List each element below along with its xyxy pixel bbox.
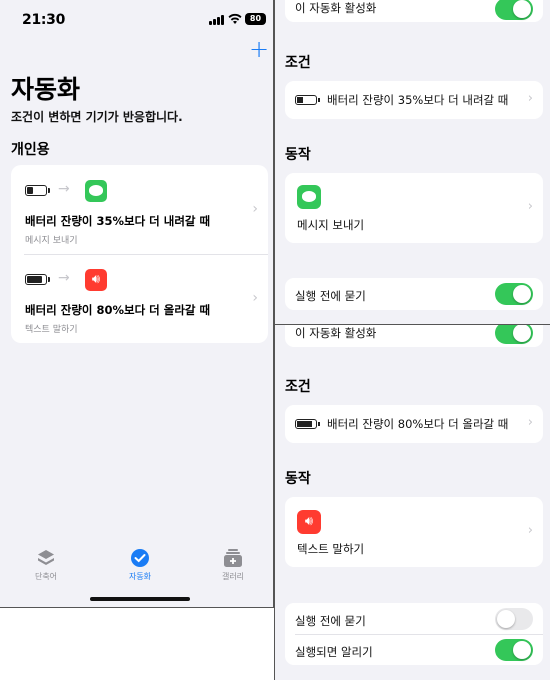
status-time: 21:30 <box>22 12 66 28</box>
enable-toggle[interactable] <box>495 325 533 344</box>
ask-toggle[interactable] <box>495 283 533 305</box>
home-indicator <box>90 597 190 601</box>
ask-label: 실행 전에 묻기 <box>295 614 366 628</box>
chevron-right-icon: › <box>252 201 258 217</box>
notify-row[interactable]: 실행되면 알리기 <box>285 634 543 665</box>
add-automation-button[interactable]: + <box>249 37 269 61</box>
action-label: 메시지 보내기 <box>297 218 365 232</box>
action-group: 메시지 보내기 › <box>285 173 543 243</box>
action-row[interactable]: 메시지 보내기 › <box>285 173 543 243</box>
tab-gallery[interactable]: 갤러리 <box>203 548 263 582</box>
battery-low-icon <box>295 95 320 105</box>
enable-toggle[interactable] <box>495 0 533 20</box>
action-header: 동작 <box>285 147 311 163</box>
chevron-right-icon: › <box>527 91 533 106</box>
condition-group: 배터리 잔량이 80%보다 더 올라갈 때 › <box>285 405 543 443</box>
condition-header: 조건 <box>285 55 311 71</box>
ask-group: 실행 전에 묻기 <box>285 278 543 310</box>
tab-automation[interactable]: 자동화 <box>110 548 170 582</box>
enable-group: 이 자동화 활성화 <box>285 325 543 347</box>
ask-row[interactable]: 실행 전에 묻기 <box>285 603 543 634</box>
condition-row[interactable]: 배터리 잔량이 35%보다 더 내려갈 때 › <box>285 81 543 119</box>
automation-title: 배터리 잔량이 80%보다 더 올라갈 때 <box>25 303 211 317</box>
battery-high-icon <box>25 274 50 285</box>
condition-header: 조건 <box>285 379 311 395</box>
automation-list: → 배터리 잔량이 35%보다 더 내려갈 때 메시지 보내기 › → 🔊︎ 배… <box>11 165 268 343</box>
action-group: 🔊︎ 텍스트 말하기 › <box>285 497 543 567</box>
cellular-signal-icon <box>209 15 225 25</box>
tab-label: 갤러리 <box>221 572 245 581</box>
condition-text: 배터리 잔량이 80%보다 더 올라갈 때 <box>327 417 509 431</box>
stack-icon <box>38 550 54 565</box>
automation-action: 텍스트 말하기 <box>25 325 78 335</box>
automation-detail-35: 이 자동화 활성화 조건 배터리 잔량이 35%보다 더 내려갈 때 › 동작 … <box>274 0 550 325</box>
ask-toggle[interactable] <box>495 608 533 630</box>
chevron-right-icon: › <box>252 290 258 306</box>
chevron-right-icon: › <box>527 199 533 214</box>
battery-high-icon <box>295 419 320 429</box>
automation-detail-80: 이 자동화 활성화 조건 배터리 잔량이 80%보다 더 올라갈 때 › 동작 … <box>274 325 550 680</box>
enable-label: 이 자동화 활성화 <box>295 1 377 15</box>
action-row[interactable]: 🔊︎ 텍스트 말하기 › <box>285 497 543 567</box>
notify-label: 실행되면 알리기 <box>295 645 373 659</box>
page-title: 자동화 <box>11 75 81 104</box>
wifi-icon <box>228 13 242 24</box>
notify-toggle[interactable] <box>495 639 533 661</box>
speak-text-icon: 🔊︎ <box>85 269 107 291</box>
automation-title: 배터리 잔량이 35%보다 더 내려갈 때 <box>25 214 211 228</box>
action-header: 동작 <box>285 471 311 487</box>
condition-row[interactable]: 배터리 잔량이 80%보다 더 올라갈 때 › <box>285 405 543 443</box>
automation-row[interactable]: → 🔊︎ 배터리 잔량이 80%보다 더 올라갈 때 텍스트 말하기 › <box>11 254 268 343</box>
action-label: 텍스트 말하기 <box>297 542 365 556</box>
messages-icon <box>85 180 107 202</box>
arrow-right-icon: → <box>58 181 70 197</box>
status-bar: 21:30 80 <box>0 0 273 40</box>
condition-text: 배터리 잔량이 35%보다 더 내려갈 때 <box>327 93 509 107</box>
ask-label: 실행 전에 묻기 <box>295 289 366 303</box>
page-subtitle: 조건이 변하면 기기가 반응합니다. <box>11 110 183 124</box>
tab-shortcuts[interactable]: 단축어 <box>16 548 76 582</box>
automation-row[interactable]: → 배터리 잔량이 35%보다 더 내려갈 때 메시지 보내기 › <box>11 165 268 254</box>
battery-low-icon <box>25 185 50 196</box>
ask-row[interactable]: 실행 전에 묻기 <box>285 278 543 310</box>
gallery-add-icon <box>224 549 242 567</box>
enable-label: 이 자동화 활성화 <box>295 326 377 340</box>
condition-group: 배터리 잔량이 35%보다 더 내려갈 때 › <box>285 81 543 119</box>
enable-row[interactable]: 이 자동화 활성화 <box>285 0 543 22</box>
tab-label: 단축어 <box>34 572 58 581</box>
enable-row[interactable]: 이 자동화 활성화 <box>285 325 543 347</box>
section-header-personal: 개인용 <box>11 142 50 158</box>
check-clock-icon <box>131 549 149 567</box>
enable-group: 이 자동화 활성화 <box>285 0 543 22</box>
options-group: 실행 전에 묻기 실행되면 알리기 <box>285 603 543 665</box>
tab-label: 자동화 <box>128 572 152 581</box>
speak-text-icon: 🔊︎ <box>297 510 321 534</box>
messages-icon <box>297 185 321 209</box>
battery-indicator: 80 <box>245 13 266 25</box>
automation-action: 메시지 보내기 <box>25 236 78 246</box>
chevron-right-icon: › <box>527 415 533 430</box>
arrow-right-icon: → <box>58 270 70 286</box>
automation-list-screen: 21:30 80 + 자동화 조건이 변하면 기기가 반응합니다. 개인용 → … <box>0 0 274 608</box>
chevron-right-icon: › <box>527 523 533 538</box>
